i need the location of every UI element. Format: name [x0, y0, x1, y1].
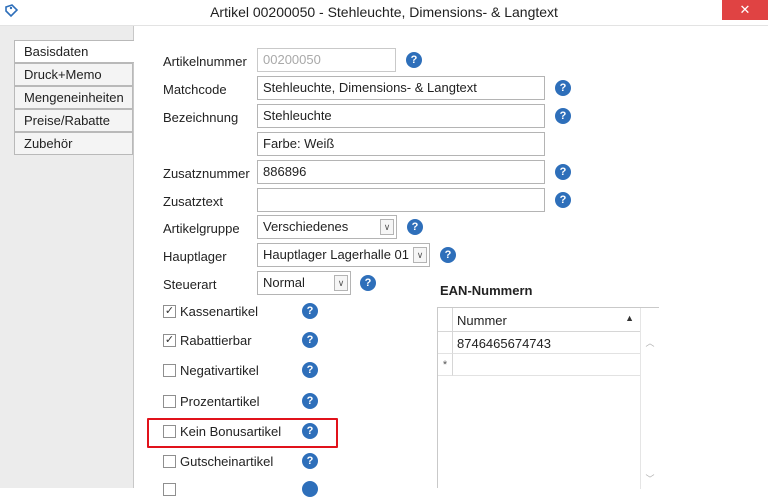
tab-druck-memo[interactable]: Druck+Memo	[14, 63, 133, 86]
rabattierbar-checkbox[interactable]: ✓	[163, 334, 176, 347]
tab-zubehoer[interactable]: Zubehör	[14, 132, 133, 155]
scroll-down-icon[interactable]: ﹀	[641, 472, 659, 485]
table-row[interactable]: 8746465674743	[453, 332, 640, 354]
help-icon[interactable]: ?	[302, 393, 318, 409]
ean-grid: Nummer ▲ 8746465674743 * ︿ ﹀	[437, 307, 659, 489]
row-header[interactable]	[438, 332, 453, 354]
help-icon[interactable]: ?	[555, 192, 571, 208]
check-icon: ✓	[164, 305, 175, 317]
steuerart-value: Normal	[263, 275, 305, 290]
hauptlager-select[interactable]: Hauptlager Lagerhalle 01 ∨	[257, 243, 430, 267]
help-icon[interactable]	[302, 481, 318, 497]
title-bar: Artikel 00200050 - Stehleuchte, Dimensio…	[0, 0, 768, 26]
next-checkbox[interactable]	[163, 483, 176, 496]
tab-preise-rabatte[interactable]: Preise/Rabatte	[14, 109, 133, 132]
scroll-up-icon[interactable]: ︿	[641, 336, 659, 349]
ean-title: EAN-Nummern	[440, 283, 533, 298]
gutscheinartikel-checkbox[interactable]	[163, 455, 176, 468]
help-icon[interactable]: ?	[555, 80, 571, 96]
highlight-box	[147, 418, 338, 448]
negativartikel-checkbox[interactable]	[163, 364, 176, 377]
tab-basisdaten[interactable]: Basisdaten	[14, 40, 134, 63]
matchcode-label: Matchcode	[163, 82, 227, 97]
help-icon[interactable]: ?	[555, 108, 571, 124]
help-icon[interactable]: ?	[302, 332, 318, 348]
zusatztext-label: Zusatztext	[163, 194, 223, 209]
chevron-down-icon[interactable]: ∨	[380, 219, 394, 235]
column-header-nummer[interactable]: Nummer ▲	[453, 308, 640, 332]
prozentartikel-checkbox[interactable]	[163, 395, 176, 408]
rabattierbar-label[interactable]: Rabattierbar	[180, 333, 252, 348]
tab-mengeneinheiten[interactable]: Mengeneinheiten	[14, 86, 133, 109]
vertical-scrollbar[interactable]: ︿ ﹀	[640, 308, 659, 489]
zusatznummer-field[interactable]: 886896	[257, 160, 545, 184]
artikelgruppe-value: Verschiedenes	[263, 219, 349, 234]
chevron-down-icon[interactable]: ∨	[413, 247, 427, 263]
kassenartikel-checkbox[interactable]: ✓	[163, 305, 176, 318]
sort-ascending-icon[interactable]: ▲	[625, 313, 634, 323]
close-button[interactable]: ✕	[722, 0, 768, 20]
negativartikel-label[interactable]: Negativartikel	[180, 363, 259, 378]
steuerart-label: Steuerart	[163, 277, 217, 292]
chevron-down-icon[interactable]: ∨	[334, 275, 348, 291]
zusatznummer-label: Zusatznummer	[163, 166, 250, 181]
column-label: Nummer	[457, 313, 507, 328]
hauptlager-label: Hauptlager	[163, 249, 227, 264]
gutscheinartikel-label[interactable]: Gutscheinartikel	[180, 454, 273, 469]
bezeichnung-field[interactable]: Stehleuchte	[257, 104, 545, 128]
new-row-cell[interactable]	[453, 354, 640, 376]
artikelnummer-label: Artikelnummer	[163, 54, 247, 69]
zusatztext-field[interactable]	[257, 188, 545, 212]
tab-sidebar: Basisdaten Druck+Memo Mengeneinheiten Pr…	[0, 26, 134, 488]
help-icon[interactable]: ?	[302, 362, 318, 378]
artikelnummer-field[interactable]: 00200050	[257, 48, 396, 72]
help-icon[interactable]: ?	[407, 219, 423, 235]
help-icon[interactable]: ?	[302, 303, 318, 319]
new-row-marker[interactable]: *	[438, 354, 453, 376]
help-icon[interactable]: ?	[440, 247, 456, 263]
artikelgruppe-select[interactable]: Verschiedenes ∨	[257, 215, 397, 239]
kassenartikel-label[interactable]: Kassenartikel	[180, 304, 258, 319]
help-icon[interactable]: ?	[555, 164, 571, 180]
help-icon[interactable]: ?	[406, 52, 422, 68]
check-icon: ✓	[164, 334, 175, 346]
help-icon[interactable]: ?	[302, 453, 318, 469]
bezeichnung2-field[interactable]: Farbe: Weiß	[257, 132, 545, 156]
help-icon[interactable]: ?	[360, 275, 376, 291]
artikelgruppe-label: Artikelgruppe	[163, 221, 240, 236]
matchcode-field[interactable]: Stehleuchte, Dimensions- & Langtext	[257, 76, 545, 100]
bezeichnung-label: Bezeichnung	[163, 110, 239, 125]
hauptlager-value: Hauptlager Lagerhalle 01	[263, 247, 409, 262]
steuerart-select[interactable]: Normal ∨	[257, 271, 351, 295]
prozentartikel-label[interactable]: Prozentartikel	[180, 394, 259, 409]
window-title: Artikel 00200050 - Stehleuchte, Dimensio…	[210, 4, 558, 20]
grid-corner	[438, 308, 453, 332]
